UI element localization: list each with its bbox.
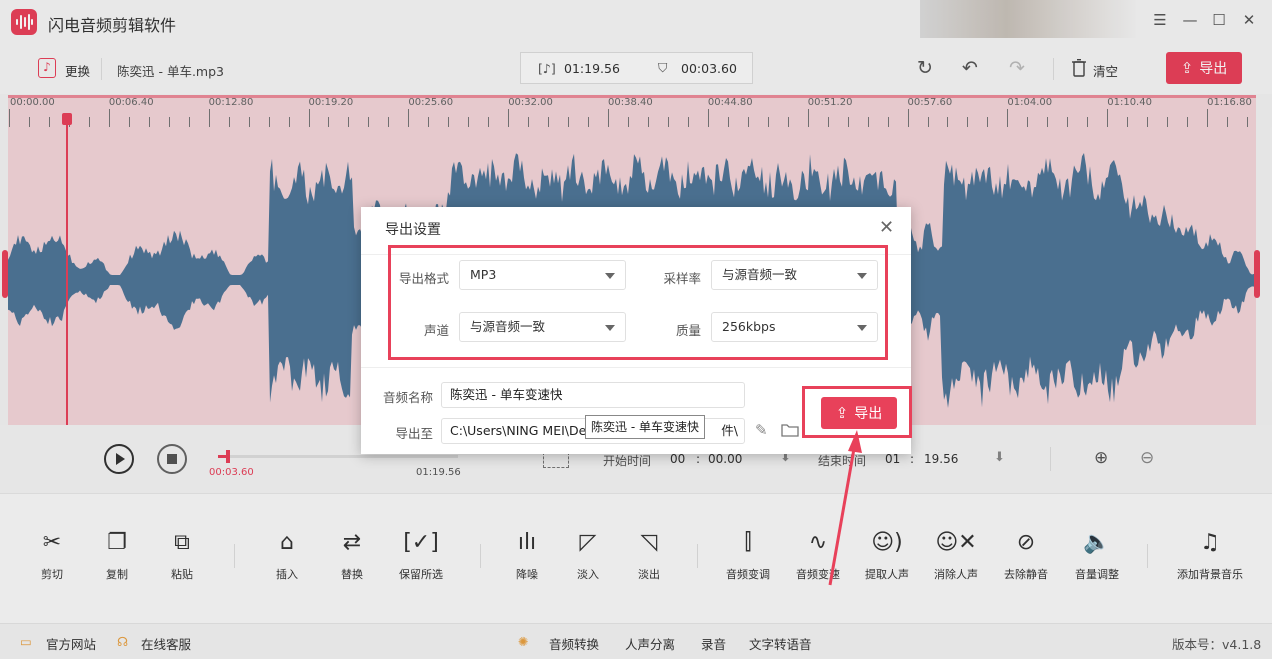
edit-icon[interactable]: ✎	[755, 421, 768, 439]
name-label: 音频名称	[382, 390, 433, 405]
dialog-export-label: 导出	[854, 406, 883, 422]
folder-icon[interactable]	[781, 422, 799, 437]
path-label: 导出至	[395, 426, 433, 441]
dialog-title: 导出设置	[385, 222, 441, 238]
audio-name-input[interactable]: 陈奕迅 - 单车变速快	[441, 382, 745, 408]
divider	[361, 367, 911, 368]
settings-highlight-box	[388, 245, 888, 360]
dialog-close-icon[interactable]: ✕	[879, 217, 894, 238]
path-value: C:\Users\NING MEI\De	[450, 423, 587, 438]
annotation-arrow	[828, 430, 862, 586]
app-window: 闪电音频剪辑软件 ☰ — ☐ ✕ ♪ 更换 陈奕迅 - 单车.mp3 [♪] 0…	[0, 0, 1272, 659]
upload-icon: ⇪	[835, 404, 849, 422]
path-tail: 件\	[721, 423, 738, 438]
name-tooltip: 陈奕迅 - 单车变速快	[585, 415, 705, 439]
